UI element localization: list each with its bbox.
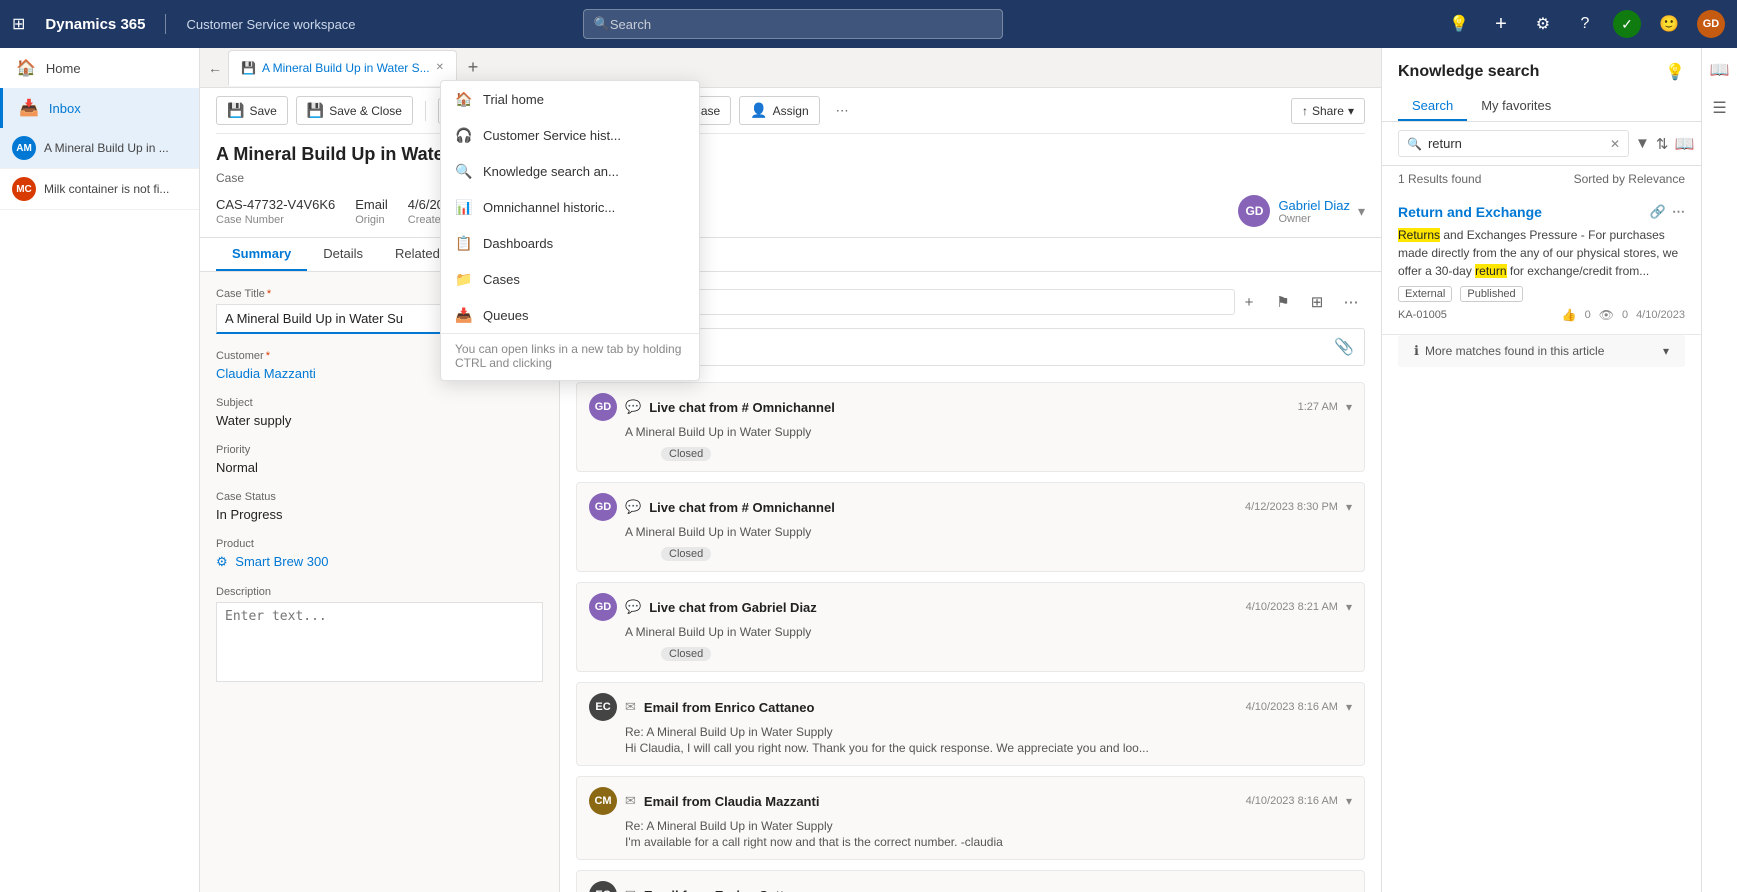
dropdown-item-customer-service-label: Customer Service hist... <box>483 128 621 143</box>
dropdown-item-customer-service[interactable]: 🎧 Customer Service hist... <box>441 117 699 153</box>
dropdown-item-omnichannel-label: Omnichannel historic... <box>483 200 615 215</box>
cases-icon: 📁 <box>455 270 473 288</box>
dropdown-item-cases-label: Cases <box>483 272 520 287</box>
queues-icon: 📥 <box>455 306 473 324</box>
dropdown-item-trial-home-label: Trial home <box>483 92 544 107</box>
dropdown-item-dashboards[interactable]: 📋 Dashboards <box>441 225 699 261</box>
dropdown-item-omnichannel[interactable]: 📊 Omnichannel historic... <box>441 189 699 225</box>
omnichannel-icon: 📊 <box>455 198 473 216</box>
customer-service-icon: 🎧 <box>455 126 473 144</box>
dropdown-menu: 🏠 Trial home 🎧 Customer Service hist... … <box>440 80 700 381</box>
dropdown-item-cases[interactable]: 📁 Cases <box>441 261 699 297</box>
dashboards-icon: 📋 <box>455 234 473 252</box>
dropdown-hint: You can open links in a new tab by holdi… <box>441 333 699 380</box>
dropdown-item-knowledge-search[interactable]: 🔍 Knowledge search an... <box>441 153 699 189</box>
dropdown-item-dashboards-label: Dashboards <box>483 236 553 251</box>
trial-home-icon: 🏠 <box>455 90 473 108</box>
knowledge-search-menu-icon: 🔍 <box>455 162 473 180</box>
dropdown-item-queues[interactable]: 📥 Queues <box>441 297 699 333</box>
dropdown-item-trial-home[interactable]: 🏠 Trial home <box>441 81 699 117</box>
dropdown-item-knowledge-search-label: Knowledge search an... <box>483 164 619 179</box>
dropdown-overlay[interactable] <box>0 0 1737 892</box>
dropdown-item-queues-label: Queues <box>483 308 529 323</box>
